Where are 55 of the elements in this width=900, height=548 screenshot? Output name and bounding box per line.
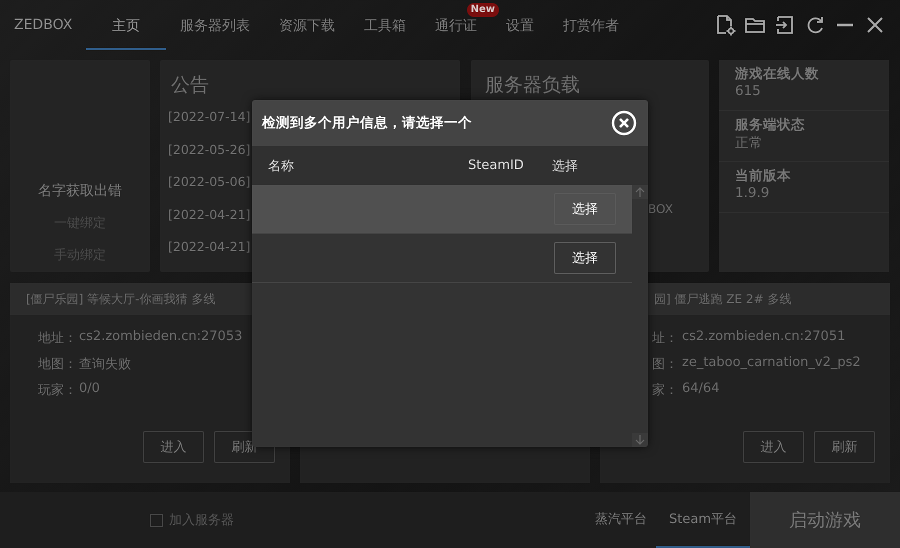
- field-value: cs2.zombieden.cn:27053: [79, 329, 242, 346]
- server-button[interactable]: 刷新: [814, 431, 875, 463]
- panel-title: 公告: [171, 73, 209, 98]
- account-name: 名字获取出错: [38, 182, 122, 200]
- announcement-date[interactable]: [2022-07-14]: [168, 108, 250, 140]
- stat-value: 1.9.9: [735, 185, 770, 201]
- stat-label: 当前版本: [735, 167, 792, 185]
- column-header: 名称: [268, 158, 295, 174]
- nav-tab[interactable]: 主页: [86, 18, 166, 50]
- field-label: 地图：: [38, 356, 78, 374]
- join-checkbox[interactable]: [150, 514, 163, 526]
- stat-label: 游戏在线人数: [735, 65, 820, 83]
- stat-value: 615: [735, 83, 762, 99]
- exit-icon[interactable]: [774, 14, 796, 36]
- field-label: 址：: [652, 330, 678, 348]
- new-badge: New: [466, 3, 499, 17]
- field-label: 家：: [652, 382, 678, 400]
- table-row[interactable]: 选择: [252, 234, 632, 283]
- nav-tab[interactable]: 设置: [491, 18, 549, 50]
- close-icon[interactable]: [611, 110, 637, 136]
- field-value: 0/0: [79, 381, 100, 398]
- select-button[interactable]: 选择: [554, 193, 616, 225]
- nav-tab[interactable]: 工具箱: [349, 18, 421, 50]
- server-button[interactable]: 进入: [143, 431, 204, 463]
- field-label: 地址：: [38, 330, 78, 348]
- stat-label: 服务端状态: [735, 116, 806, 134]
- announcement-date[interactable]: [2022-04-21]: [168, 206, 250, 238]
- announcement-date[interactable]: [2022-05-26]: [168, 140, 250, 173]
- panel-title: 服务器负载: [485, 73, 580, 98]
- nav-tab[interactable]: 资源下载: [264, 18, 350, 50]
- server-title: [僵尸乐园] 等候大厅-你画我猜 多线: [26, 290, 216, 308]
- announcement-date[interactable]: [2022-04-21]: [168, 238, 250, 270]
- column-header: SteamID: [468, 158, 525, 173]
- nav-tab[interactable]: 通行证: [420, 18, 492, 50]
- nav-tab[interactable]: 打赏作者: [548, 18, 634, 50]
- table-row[interactable]: 选择: [252, 185, 632, 234]
- announcement-date[interactable]: [2022-05-06]: [168, 173, 250, 206]
- select-button[interactable]: 选择: [554, 242, 616, 274]
- field-value: ze_taboo_carnation_v2_ps2: [682, 355, 861, 372]
- field-value: 查询失败: [79, 356, 131, 374]
- field-label: 玩家：: [38, 382, 78, 400]
- server-title: 园] 僵尸逃跑 ZE 2# 多线: [654, 290, 792, 308]
- field-label: 图：: [652, 356, 678, 374]
- nav-tab[interactable]: 服务器列表: [165, 18, 265, 50]
- file-settings-icon[interactable]: [714, 14, 736, 36]
- field-value: 64/64: [682, 381, 720, 398]
- server-button[interactable]: 进入: [743, 431, 804, 463]
- panel-text: BOX: [648, 202, 673, 216]
- field-value: cs2.zombieden.cn:27051: [682, 329, 846, 346]
- column-header: 选择: [552, 158, 578, 174]
- launch-button[interactable]: 启动游戏: [750, 492, 900, 548]
- platform-tab[interactable]: 蒸汽平台: [590, 492, 652, 548]
- dialog-title: 检测到多个用户信息，请选择一个: [262, 114, 472, 132]
- stat-value: 正常: [735, 134, 764, 152]
- app-logo: ZEDBOX: [14, 17, 74, 33]
